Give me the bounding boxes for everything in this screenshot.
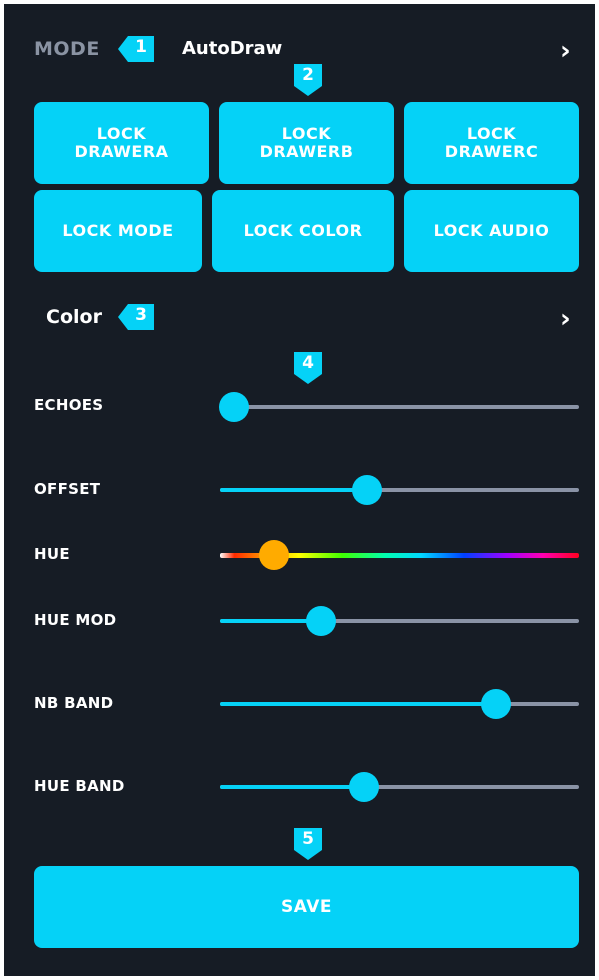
hue-band-label: HUE BAND [34,777,125,795]
color-section-label: Color [46,306,102,328]
echoes-slider-thumb[interactable] [219,392,250,422]
lock-color-button[interactable]: LOCK COLOR [212,190,394,272]
chevron-right-icon[interactable]: › [560,38,571,64]
echoes-label: ECHOES [34,396,104,414]
hue-slider-thumb[interactable] [258,540,289,570]
callout-marker-1: 1 [118,36,154,62]
hue-band-slider-thumb[interactable] [348,772,379,802]
lock-mode-button[interactable]: LOCK MODE [34,190,202,272]
lock-drawera-button[interactable]: LOCK DRAWERA [34,102,209,184]
offset-slider-thumb[interactable] [352,475,383,505]
nb-band-label: NB BAND [34,694,114,712]
nb-band-slider-fill [220,702,497,706]
hue-mod-slider-thumb[interactable] [305,606,336,636]
hue-slider[interactable] [220,540,579,570]
lock-drawerb-button[interactable]: LOCK DRAWERB [219,102,394,184]
callout-marker-3: 3 [118,304,154,330]
echoes-slider[interactable] [219,392,579,422]
hue-band-slider-fill [220,785,364,789]
chevron-right-icon[interactable]: › [560,306,571,332]
nb-band-slider-thumb[interactable] [481,689,512,719]
mode-label: MODE [34,38,100,60]
lock-audio-button[interactable]: LOCK AUDIO [404,190,579,272]
lock-drawerc-button[interactable]: LOCK DRAWERC [404,102,579,184]
mode-value[interactable]: AutoDraw [182,38,282,59]
hue-band-slider[interactable] [220,772,579,802]
save-button[interactable]: SAVE [34,866,579,948]
offset-label: OFFSET [34,480,101,498]
callout-marker-5: 5 [294,828,322,860]
settings-panel: MODE 1 AutoDraw › 2 LOCK DRAWERA LOCK DR… [4,4,595,976]
callout-marker-4: 4 [294,352,322,384]
nb-band-slider[interactable] [220,689,579,719]
hue-mod-label: HUE MOD [34,611,117,629]
offset-slider-fill [220,488,368,492]
offset-slider[interactable] [220,475,579,505]
hue-label: HUE [34,545,70,563]
callout-marker-2: 2 [294,64,322,96]
hue-mod-slider[interactable] [220,606,579,636]
